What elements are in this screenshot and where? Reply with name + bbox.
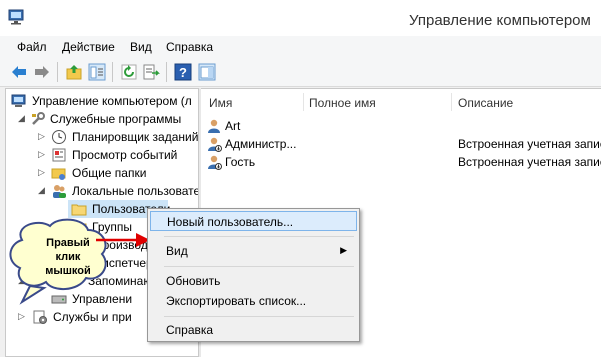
tree-system-tools[interactable]: ◢ Служебные программы (6, 110, 198, 128)
services-icon (33, 310, 47, 324)
list-item[interactable]: Гость Встроенная учетная запис (201, 153, 601, 171)
up-folder-icon[interactable] (65, 63, 83, 81)
tree-local-users[interactable]: ◢ Локальные пользовате (6, 182, 198, 200)
context-menu: Новый пользователь... Вид ▶ Обновить Экс… (147, 208, 360, 342)
menu-action[interactable]: Действие (62, 40, 115, 54)
system-tools-icon (32, 112, 45, 125)
window-title: Управление компьютером (409, 12, 591, 29)
collapsed-arrow-icon[interactable]: ▷ (18, 311, 25, 322)
computer-management-icon (11, 94, 26, 107)
export-list-icon[interactable] (142, 63, 160, 81)
menu-item-export-list[interactable]: Экспортировать список... (150, 291, 357, 311)
event-viewer-icon (52, 148, 66, 162)
menu-help[interactable]: Справка (166, 40, 213, 54)
list-header: Имя Полное имя Описание (201, 89, 601, 115)
refresh-icon[interactable] (120, 63, 138, 81)
menu-file[interactable]: Файл (17, 40, 47, 54)
collapsed-arrow-icon[interactable]: ▷ (38, 149, 45, 160)
user-icon (208, 155, 222, 170)
list-item[interactable]: Art (201, 117, 601, 135)
tree-task-scheduler[interactable]: ▷ Планировщик заданий (6, 128, 198, 146)
tree-root[interactable]: Управление компьютером (л (6, 92, 198, 110)
menu-item-refresh[interactable]: Обновить (150, 271, 357, 291)
menu-item-view[interactable]: Вид ▶ (150, 241, 357, 261)
user-icon (208, 137, 222, 152)
column-name[interactable]: Имя (209, 96, 232, 110)
expanded-arrow-icon[interactable]: ◢ (38, 185, 45, 196)
menu-item-help[interactable]: Справка (150, 320, 357, 340)
user-icon (208, 119, 220, 133)
title-bar: Управление компьютером (0, 0, 601, 36)
submenu-arrow-icon: ▶ (340, 245, 347, 255)
column-full-name[interactable]: Полное имя (309, 96, 376, 110)
callout-text: Правый клик мышкой (45, 237, 91, 277)
collapsed-arrow-icon[interactable]: ▷ (38, 131, 45, 142)
menu-view[interactable]: Вид (130, 40, 152, 54)
show-hide-tree-icon[interactable] (88, 63, 106, 81)
menu-item-new-user[interactable]: Новый пользователь... (150, 211, 357, 231)
svg-text:?: ? (179, 65, 187, 80)
menu-bar: Файл Действие Вид Справка (0, 36, 601, 58)
collapsed-arrow-icon[interactable]: ▷ (38, 167, 45, 178)
shared-folder-icon (51, 168, 66, 180)
properties-pane-icon[interactable] (198, 63, 216, 81)
list-item[interactable]: Администр... Встроенная учетная запис (201, 135, 601, 153)
forward-arrow-icon[interactable] (33, 63, 51, 81)
users-group-icon (53, 185, 66, 198)
column-description[interactable]: Описание (458, 96, 513, 110)
computer-management-icon (8, 9, 24, 25)
tree-shared-folders[interactable]: ▷ Общие папки (6, 164, 198, 182)
expanded-arrow-icon[interactable]: ◢ (18, 113, 25, 124)
back-arrow-icon[interactable] (10, 63, 28, 81)
toolbar: ? (0, 58, 601, 87)
clock-icon (52, 130, 66, 144)
help-icon[interactable]: ? (174, 63, 192, 81)
tree-event-viewer[interactable]: ▷ Просмотр событий (6, 146, 198, 164)
